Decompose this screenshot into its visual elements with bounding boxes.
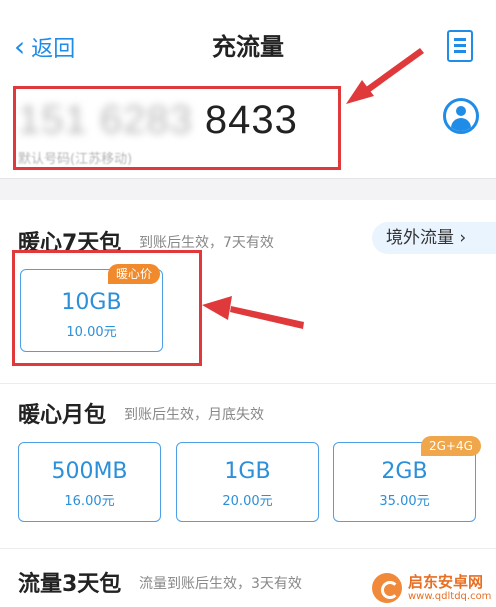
abroad-data-label: 境外流量 — [386, 228, 454, 248]
annotation-arrow-package — [202, 296, 304, 329]
section-title-month: 暖心月包 — [18, 403, 107, 428]
section-separator — [0, 178, 496, 200]
package-500mb[interactable]: 500MB 16.00元 — [18, 442, 161, 522]
header: ‹ 返回 充流量 — [0, 0, 496, 92]
package-price: 16.00元 — [64, 494, 115, 509]
section-desc-3day: 流量到账后生效，3天有效 — [139, 576, 302, 592]
package-size: 2GB — [381, 459, 428, 484]
package-1gb[interactable]: 1GB 20.00元 — [176, 442, 319, 522]
section-desc-7day: 到账后生效，7天有效 — [139, 235, 274, 251]
page-title: 充流量 — [212, 33, 284, 61]
divider — [0, 383, 496, 384]
watermark-url: www.qdltdq.com — [408, 590, 492, 602]
abroad-data-button[interactable]: 境外流量 › — [372, 222, 496, 254]
badge-2g-4g: 2G+4G — [421, 436, 481, 456]
watermark-name: 启东安卓网 — [408, 572, 484, 591]
order-list-icon[interactable] — [447, 30, 473, 62]
annotation-box-package — [12, 250, 202, 366]
section-title-3day: 流量3天包 — [18, 572, 122, 597]
divider — [0, 548, 496, 549]
package-price: 20.00元 — [222, 494, 273, 509]
watermark-logo-icon — [372, 573, 402, 603]
watermark: 启东安卓网 www.qdltdq.com — [372, 570, 496, 606]
annotation-box-phone — [13, 86, 341, 170]
user-icon[interactable] — [443, 98, 479, 134]
package-size: 500MB — [51, 459, 128, 484]
section-desc-month: 到账后生效，月底失效 — [124, 407, 264, 423]
package-price: 35.00元 — [379, 494, 430, 509]
chevron-right-icon: › — [459, 228, 467, 248]
package-size: 1GB — [224, 459, 271, 484]
